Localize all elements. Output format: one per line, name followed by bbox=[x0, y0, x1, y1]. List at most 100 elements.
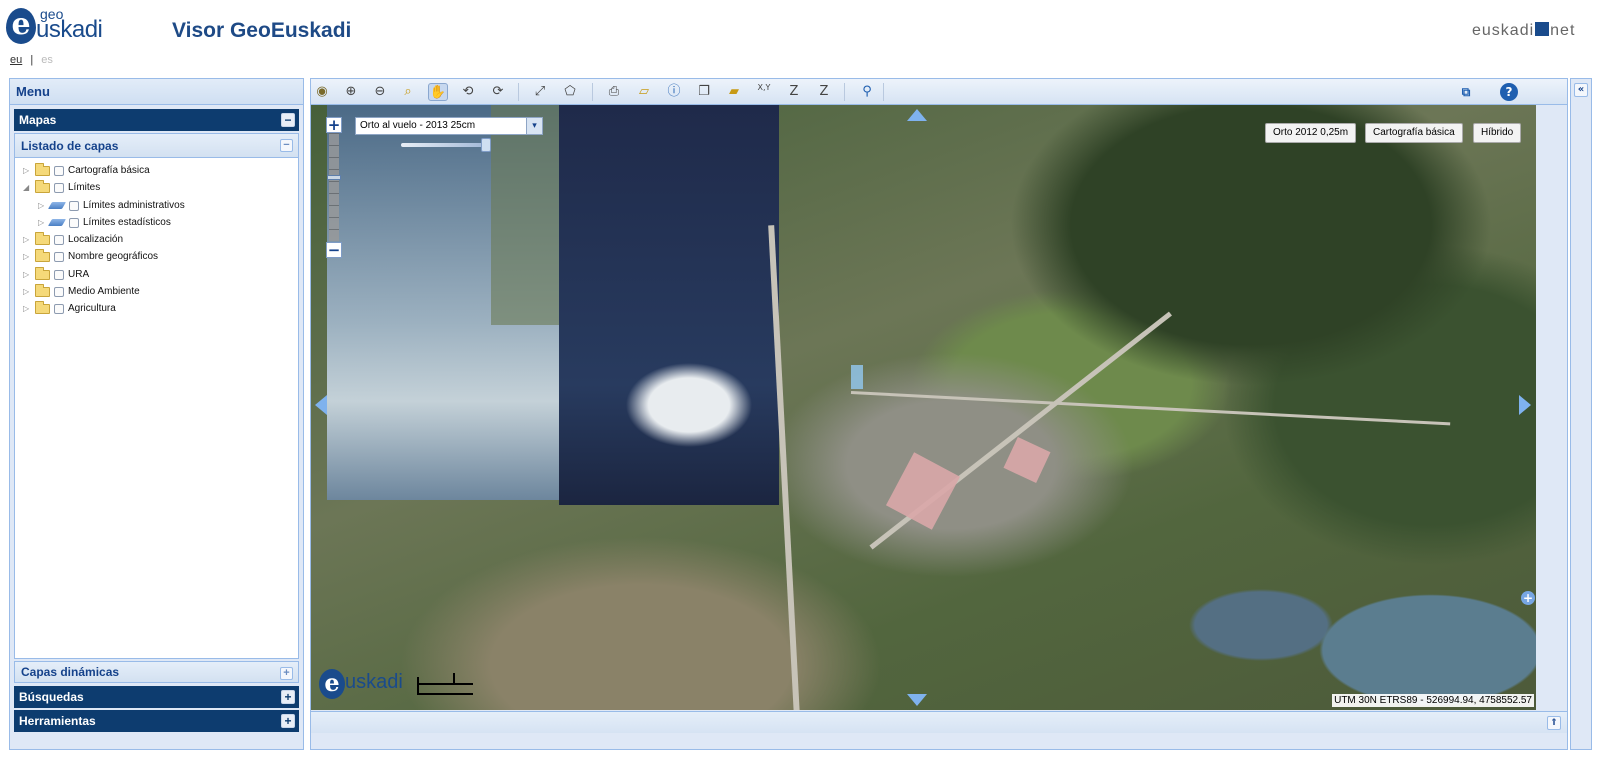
layer-tree-item[interactable]: ◢ Límites bbox=[15, 179, 298, 196]
layer-list-header[interactable]: Listado de capas − bbox=[15, 134, 298, 158]
tree-expand-icon[interactable]: ▷ bbox=[23, 248, 29, 265]
zoom-box-icon[interactable]: ⌕ bbox=[398, 83, 418, 101]
export-icon[interactable]: ▱ bbox=[634, 83, 654, 101]
info-icon[interactable]: ⓘ bbox=[664, 83, 684, 101]
expand-bottom-panel-icon[interactable]: ⇑ bbox=[1547, 716, 1561, 730]
zoom-in-button[interactable]: + bbox=[326, 117, 342, 133]
mapas-collapse-button[interactable]: − bbox=[281, 113, 295, 127]
pan-down-icon[interactable] bbox=[907, 694, 927, 706]
layer-tree-item[interactable]: ▷ Cartografía básica bbox=[15, 162, 298, 179]
elevation-z-icon[interactable]: Z bbox=[784, 83, 804, 101]
blue-roof-building bbox=[851, 365, 863, 389]
pan-left-icon[interactable] bbox=[315, 395, 327, 415]
tree-expand-icon[interactable]: ▷ bbox=[23, 162, 29, 179]
base-layer-hibrido-button[interactable]: Híbrido bbox=[1473, 123, 1522, 143]
pan-hand-icon[interactable]: ✋ bbox=[428, 83, 448, 101]
folder-icon bbox=[35, 249, 50, 263]
layer-tree-item[interactable]: ▷ URA bbox=[15, 266, 298, 283]
herramientas-panel-header[interactable]: Herramientas + bbox=[14, 710, 299, 732]
herramientas-expand-button[interactable]: + bbox=[281, 714, 295, 728]
layer-checkbox[interactable] bbox=[69, 217, 79, 228]
chevron-down-icon[interactable]: ▾ bbox=[526, 118, 542, 134]
coordinates-xy-icon[interactable]: X,Y bbox=[754, 83, 774, 101]
lang-eu-link[interactable]: eu bbox=[10, 54, 22, 66]
tree-expand-icon[interactable]: ▷ bbox=[23, 266, 29, 283]
folder-icon bbox=[35, 163, 50, 176]
opacity-slider[interactable] bbox=[401, 138, 491, 152]
help-icon[interactable]: ? bbox=[1500, 83, 1518, 101]
layer-tree-label: Localización bbox=[68, 234, 124, 246]
zoom-next-icon[interactable]: ⟳ bbox=[488, 83, 508, 101]
zoom-in-icon[interactable]: ⊕ bbox=[341, 83, 361, 101]
layer-checkbox[interactable] bbox=[54, 252, 64, 263]
layer-checkbox[interactable] bbox=[54, 183, 64, 194]
capas-dinamicas-expand-button[interactable]: + bbox=[280, 667, 293, 680]
layer-checkbox[interactable] bbox=[69, 200, 79, 211]
folder-icon bbox=[35, 180, 50, 194]
pan-right-icon[interactable] bbox=[1519, 395, 1531, 415]
zoom-out-icon[interactable]: ⊖ bbox=[370, 83, 390, 101]
full-extent-icon[interactable]: ◉ bbox=[312, 83, 332, 101]
capas-dinamicas-header[interactable]: Capas dinámicas + bbox=[14, 661, 299, 683]
new-window-icon[interactable]: ⧉ bbox=[1456, 82, 1476, 102]
map-geoeuskadi-logo: e uskadi bbox=[319, 663, 411, 703]
tree-expand-icon[interactable]: ▷ bbox=[38, 214, 44, 231]
toolbar-separator bbox=[592, 83, 593, 101]
euskadi-net-logo[interactable]: euskadi net bbox=[1472, 22, 1575, 40]
busquedas-panel-header[interactable]: Búsquedas + bbox=[14, 686, 299, 708]
tree-expand-icon[interactable]: ▷ bbox=[23, 231, 29, 248]
layer-tree-label: Medio Ambiente bbox=[68, 286, 140, 298]
menu-header: Menu bbox=[10, 79, 303, 105]
tree-expand-icon[interactable]: ▷ bbox=[38, 197, 44, 214]
zoom-slider[interactable] bbox=[327, 133, 341, 241]
layer-tree-item[interactable]: ▷ Localización bbox=[15, 231, 298, 248]
toolbar-separator bbox=[883, 83, 884, 101]
base-layer-orto-button[interactable]: Orto 2012 0,25m bbox=[1265, 123, 1357, 143]
zoom-out-button[interactable]: − bbox=[326, 242, 342, 258]
mapas-label: Mapas bbox=[19, 113, 57, 127]
layer-tree-item[interactable]: ▷ Límites estadísticos bbox=[15, 214, 298, 231]
overlay-layer-value: Orto al vuelo - 2013 25cm bbox=[360, 120, 476, 131]
page-title: Visor GeoEuskadi bbox=[172, 19, 352, 42]
capas-dinamicas-label: Capas dinámicas bbox=[21, 665, 120, 679]
layer-list-collapse-button[interactable]: − bbox=[280, 139, 293, 152]
location-pin-icon[interactable]: ⚲ bbox=[857, 83, 877, 101]
layer-checkbox[interactable] bbox=[54, 304, 64, 315]
layer-tree-item[interactable]: ▷ Nombre geográficos bbox=[15, 248, 298, 265]
layer-checkbox[interactable] bbox=[54, 287, 64, 298]
layer-tree-label: Cartografía básica bbox=[68, 165, 150, 176]
overlay-layer-select[interactable]: Orto al vuelo - 2013 25cm ▾ bbox=[355, 117, 543, 135]
layer-tree-label: URA bbox=[68, 268, 90, 280]
base-layer-cartografia-button[interactable]: Cartografía básica bbox=[1365, 123, 1463, 143]
layer-tree-label: Agricultura bbox=[68, 303, 116, 315]
copy-icon[interactable]: ❐ bbox=[694, 83, 714, 101]
tree-collapse-icon[interactable]: ◢ bbox=[23, 179, 29, 196]
layer-checkbox[interactable] bbox=[54, 235, 64, 246]
pan-up-icon[interactable] bbox=[907, 109, 927, 121]
print-icon[interactable]: ⎙ bbox=[604, 83, 624, 101]
tree-expand-icon[interactable]: ▷ bbox=[23, 283, 29, 300]
profile-z-icon[interactable]: Z bbox=[814, 83, 834, 101]
busquedas-expand-button[interactable]: + bbox=[281, 690, 295, 704]
map-add-icon[interactable]: + bbox=[1521, 591, 1535, 605]
expand-right-panel-icon[interactable]: « bbox=[1574, 83, 1588, 97]
layer-checkbox[interactable] bbox=[54, 166, 64, 176]
tree-expand-icon[interactable]: ▷ bbox=[23, 300, 29, 317]
zoom-slider-thumb[interactable] bbox=[327, 175, 341, 180]
layer-tree-item[interactable]: ▷ Límites administrativos bbox=[15, 197, 298, 214]
eraser-icon[interactable]: ▰ bbox=[724, 83, 744, 101]
map-canvas[interactable]: Orto al vuelo - 2013 25cm ▾ + − Orto 201… bbox=[311, 105, 1536, 710]
zoom-previous-icon[interactable]: ⟲ bbox=[458, 83, 478, 101]
layer-tree-label: Límites estadísticos bbox=[83, 216, 171, 228]
measure-area-icon[interactable]: ⬠ bbox=[560, 83, 580, 101]
layer-checkbox[interactable] bbox=[54, 269, 64, 280]
lang-es-link[interactable]: es bbox=[41, 54, 53, 66]
opacity-slider-knob[interactable] bbox=[481, 138, 491, 152]
logo-brand-text: uskadi bbox=[36, 16, 103, 43]
folder-icon bbox=[35, 301, 50, 315]
mapas-panel-header[interactable]: Mapas − bbox=[14, 109, 299, 131]
layer-tree-item[interactable]: ▷ Medio Ambiente bbox=[15, 283, 298, 300]
geoeuskadi-logo[interactable]: e geo uskadi bbox=[6, 4, 116, 46]
layer-tree-item[interactable]: ▷ Agricultura bbox=[15, 300, 298, 317]
measure-distance-icon[interactable]: ⤢ bbox=[530, 83, 550, 101]
